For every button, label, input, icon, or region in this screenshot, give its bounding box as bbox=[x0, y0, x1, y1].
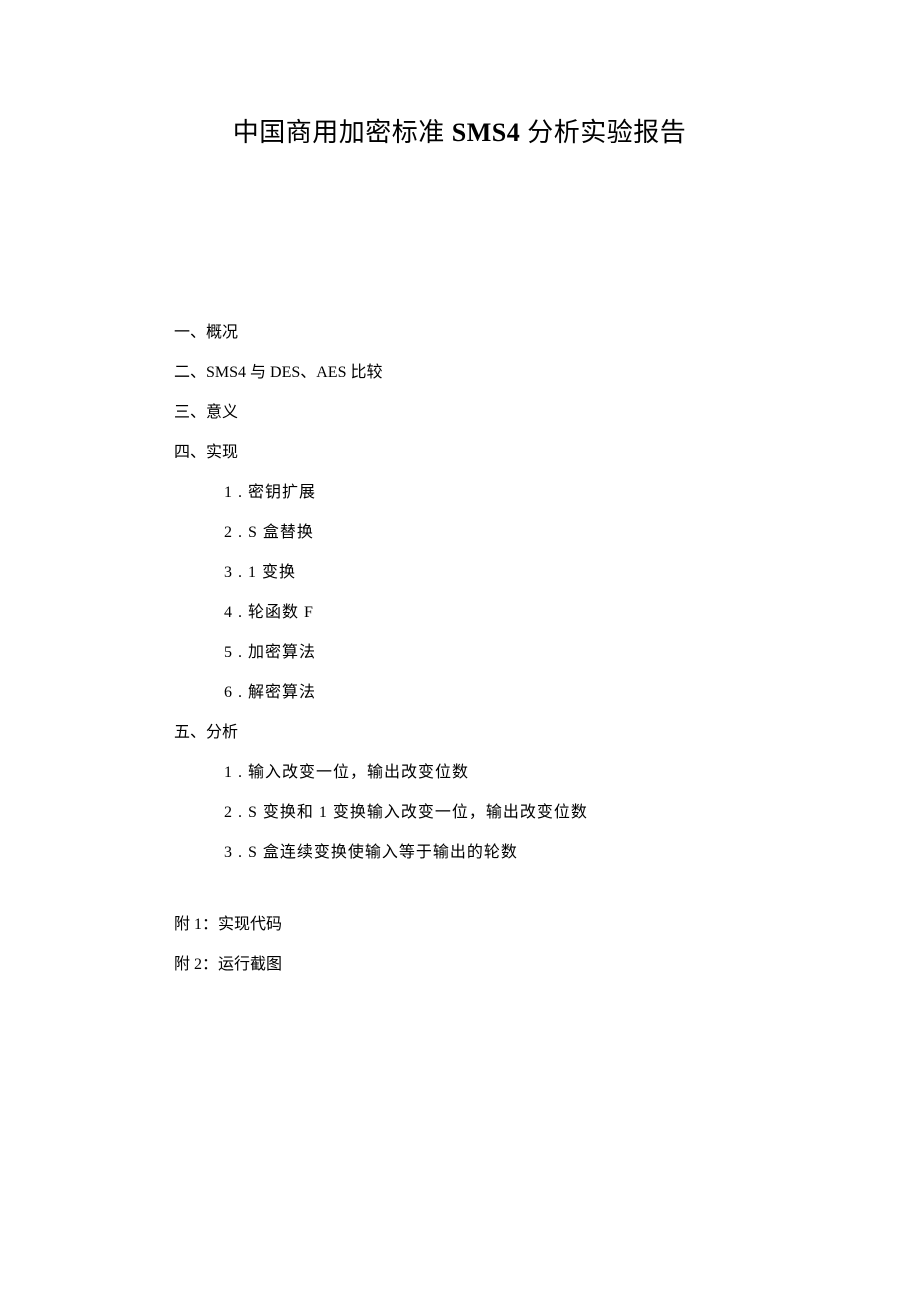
toc-section-4: 四、实现 bbox=[174, 441, 745, 465]
toc-section-5-3: 3 . S 盒连续变换使输入等于输出的轮数 bbox=[174, 841, 745, 865]
toc-section-5-2: 2 . S 变换和 1 变换输入改变一位，输出改变位数 bbox=[174, 801, 745, 825]
toc-section-4-3: 3 . 1 变换 bbox=[174, 561, 745, 585]
toc-section-4-5: 5 . 加密算法 bbox=[174, 641, 745, 665]
toc-section-4-6: 6 . 解密算法 bbox=[174, 681, 745, 705]
document-page: 中国商用加密标准 SMS4 分析实验报告 一、概况 二、SMS4 与 DES、A… bbox=[0, 0, 920, 977]
title-suffix: 分析实验报告 bbox=[520, 118, 686, 147]
toc-section-3: 三、意义 bbox=[174, 401, 745, 425]
toc-sub-label: 5 . 加密算法 bbox=[224, 644, 316, 661]
document-title: 中国商用加密标准 SMS4 分析实验报告 bbox=[174, 112, 745, 149]
toc-sub-label: 3 . 1 变换 bbox=[224, 564, 296, 581]
toc-appendix-1: 附 1：实现代码 bbox=[174, 913, 745, 937]
toc-section-5-1: 1 . 输入改变一位，输出改变位数 bbox=[174, 761, 745, 785]
title-prefix: 中国商用加密标准 bbox=[233, 118, 452, 147]
toc-appendix-2: 附 2：运行截图 bbox=[174, 953, 745, 977]
toc-section-1: 一、概况 bbox=[174, 321, 745, 345]
toc-sub-label: 2 . S 变换和 1 变换输入改变一位，输出改变位数 bbox=[224, 804, 588, 821]
toc-section-4-2: 2 . S 盒替换 bbox=[174, 521, 745, 545]
toc-sub-label: 1 . 密钥扩展 bbox=[224, 484, 316, 501]
toc-section-4-1: 1 . 密钥扩展 bbox=[174, 481, 745, 505]
toc-section-2: 二、SMS4 与 DES、AES 比较 bbox=[174, 361, 745, 385]
toc-section-5: 五、分析 bbox=[174, 721, 745, 745]
toc-section-4-4: 4 . 轮函数 F bbox=[174, 601, 745, 625]
table-of-contents: 一、概况 二、SMS4 与 DES、AES 比较 三、意义 四、实现 1 . 密… bbox=[174, 321, 745, 977]
toc-sub-label: 3 . S 盒连续变换使输入等于输出的轮数 bbox=[224, 844, 518, 861]
toc-sub-label: 6 . 解密算法 bbox=[224, 684, 316, 701]
toc-sub-label: 4 . 轮函数 F bbox=[224, 604, 314, 621]
title-bold: SMS4 bbox=[452, 118, 520, 147]
toc-sub-label: 2 . S 盒替换 bbox=[224, 524, 314, 541]
toc-sub-label: 1 . 输入改变一位，输出改变位数 bbox=[224, 764, 469, 781]
